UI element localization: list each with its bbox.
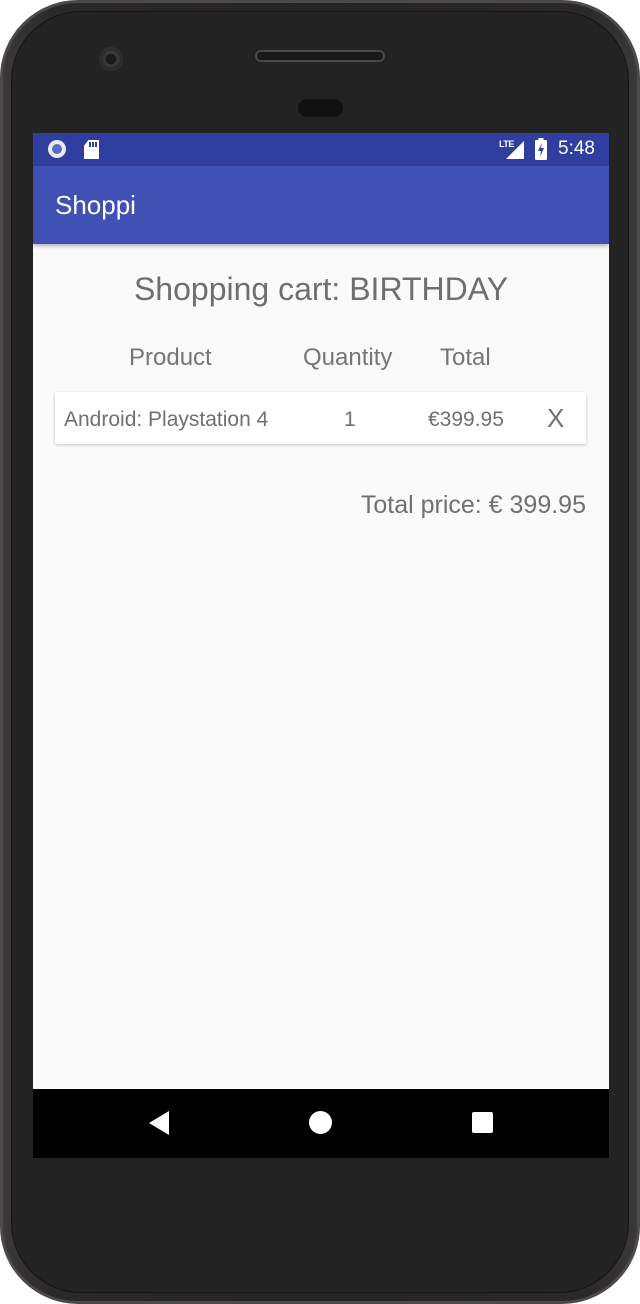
signal-icon: [506, 141, 524, 159]
app-bar: Shoppi: [33, 166, 609, 244]
total-price: Total price: € 399.95: [360, 491, 586, 519]
phone-frame: LTE 5:48 Shoppi Shopping cart: BIRTHDAY …: [0, 0, 640, 1304]
recents-icon[interactable]: [472, 1112, 493, 1133]
cart-item-row[interactable]: Android: Playstation 4 1 €399.95 X: [55, 392, 586, 444]
navigation-bar: [33, 1089, 609, 1158]
cart-title: Shopping cart: BIRTHDAY: [133, 271, 509, 307]
status-bar: LTE 5:48: [33, 133, 609, 166]
sd-card-icon: [84, 140, 99, 159]
front-camera: [99, 47, 123, 71]
app-title: Shoppi: [55, 190, 136, 220]
earpiece-speaker: [255, 50, 385, 62]
column-header-total: Total: [440, 344, 491, 371]
back-icon[interactable]: [149, 1111, 169, 1135]
cart-item-product: Android: Playstation 4: [64, 408, 269, 431]
proximity-sensor: [298, 99, 343, 117]
column-header-product: Product: [129, 344, 212, 371]
assistant-icon: [48, 140, 66, 158]
status-clock: 5:48: [558, 138, 595, 159]
screen: LTE 5:48 Shoppi Shopping cart: BIRTHDAY …: [33, 133, 609, 1158]
battery-charging-icon: [535, 138, 547, 160]
remove-item-button[interactable]: X: [547, 403, 564, 434]
column-header-quantity: Quantity: [303, 344, 393, 371]
home-icon[interactable]: [309, 1111, 332, 1134]
cart-item-total: €399.95: [428, 408, 504, 431]
cart-item-quantity: 1: [344, 408, 356, 431]
